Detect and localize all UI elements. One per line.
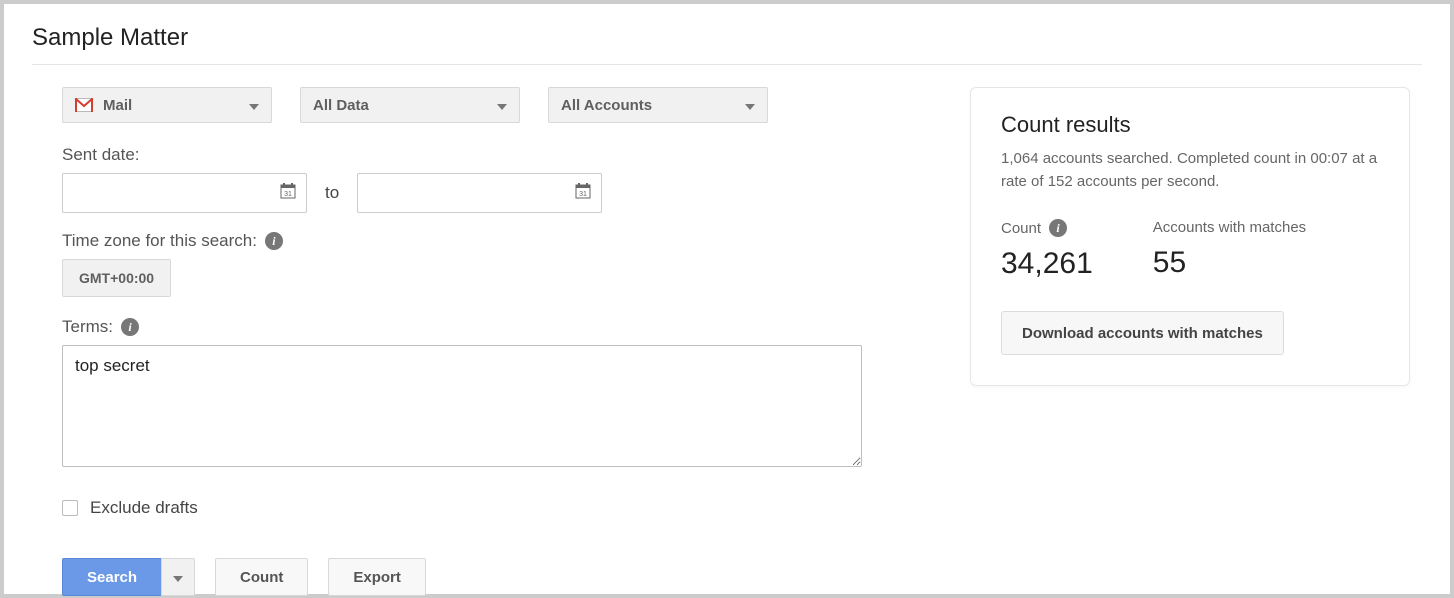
calendar-icon: 31 xyxy=(575,183,591,204)
terms-input[interactable] xyxy=(62,345,862,467)
search-button-group: Search xyxy=(62,558,195,596)
accounts-label: All Accounts xyxy=(561,97,727,114)
info-icon[interactable]: i xyxy=(265,232,283,250)
count-stat: Count i 34,261 xyxy=(1001,219,1093,281)
exclude-drafts-label: Exclude drafts xyxy=(90,498,198,518)
info-icon[interactable]: i xyxy=(1049,219,1067,237)
results-summary: 1,064 accounts searched. Completed count… xyxy=(1001,148,1379,193)
action-buttons: Search Count Export xyxy=(62,558,932,596)
content-columns: Mail All Data All Accounts xyxy=(32,87,1422,596)
search-options-dropdown[interactable] xyxy=(161,558,195,596)
timezone-value: GMT+00:00 xyxy=(79,270,154,286)
accounts-dropdown[interactable]: All Accounts xyxy=(548,87,768,123)
timezone-label-text: Time zone for this search: xyxy=(62,231,257,251)
chevron-down-icon xyxy=(173,569,183,586)
count-results-card: Count results 1,064 accounts searched. C… xyxy=(970,87,1410,386)
results-stats: Count i 34,261 Accounts with matches 55 xyxy=(1001,219,1379,281)
chevron-down-icon xyxy=(249,97,259,114)
vault-search-page: Sample Matter Mail xyxy=(4,4,1450,594)
results-column: Count results 1,064 accounts searched. C… xyxy=(932,87,1422,596)
divider xyxy=(32,64,1422,65)
download-matches-button[interactable]: Download accounts with matches xyxy=(1001,311,1284,355)
count-button[interactable]: Count xyxy=(215,558,308,596)
sent-date-row: 31 to 31 xyxy=(62,173,932,213)
info-icon[interactable]: i xyxy=(121,318,139,336)
svg-text:31: 31 xyxy=(579,191,587,198)
service-dropdown[interactable]: Mail xyxy=(62,87,272,123)
chevron-down-icon xyxy=(745,97,755,114)
source-dropdown[interactable]: All Data xyxy=(300,87,520,123)
sent-date-from-input[interactable]: 31 xyxy=(62,173,307,213)
terms-label: Terms: i xyxy=(62,317,932,337)
gmail-icon xyxy=(75,98,93,112)
matches-value: 55 xyxy=(1153,246,1306,280)
search-button[interactable]: Search xyxy=(62,558,161,596)
timezone-label: Time zone for this search: i xyxy=(62,231,932,251)
svg-text:31: 31 xyxy=(284,191,292,198)
calendar-icon: 31 xyxy=(280,183,296,204)
count-label: Count i xyxy=(1001,219,1093,237)
results-heading: Count results xyxy=(1001,112,1379,138)
exclude-drafts-checkbox[interactable] xyxy=(62,500,78,516)
matches-label: Accounts with matches xyxy=(1153,219,1306,236)
filter-row: Mail All Data All Accounts xyxy=(62,87,932,123)
search-form: Mail All Data All Accounts xyxy=(32,87,932,596)
date-separator: to xyxy=(325,183,339,203)
exclude-drafts-row: Exclude drafts xyxy=(62,498,932,518)
matches-stat: Accounts with matches 55 xyxy=(1153,219,1306,281)
timezone-button[interactable]: GMT+00:00 xyxy=(62,259,171,297)
service-label: Mail xyxy=(103,97,231,114)
count-value: 34,261 xyxy=(1001,247,1093,281)
sent-date-to-input[interactable]: 31 xyxy=(357,173,602,213)
chevron-down-icon xyxy=(497,97,507,114)
sent-date-label: Sent date: xyxy=(62,145,932,165)
count-label-text: Count xyxy=(1001,220,1041,237)
page-title: Sample Matter xyxy=(32,24,1422,52)
export-button[interactable]: Export xyxy=(328,558,426,596)
source-label: All Data xyxy=(313,97,479,114)
terms-label-text: Terms: xyxy=(62,317,113,337)
